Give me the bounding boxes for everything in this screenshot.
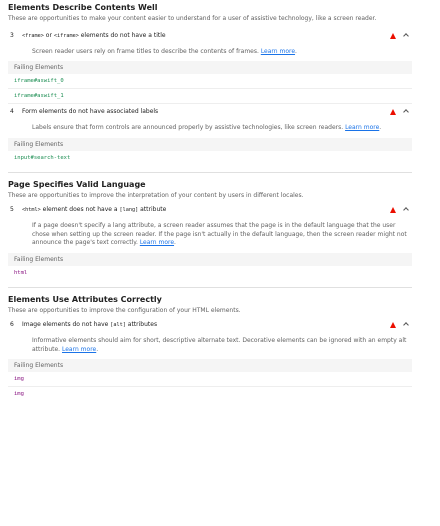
audit-form-labels-row[interactable]: 4 Form elements do not have associated l… — [8, 104, 412, 121]
warning-triangle-icon — [390, 322, 396, 328]
failing-elements-header: Failing Elements — [8, 61, 412, 74]
audit-code: <html> — [22, 207, 41, 214]
audit-number: 5 — [10, 206, 14, 214]
audit-title-text: attribute — [138, 206, 167, 214]
audit-number: 6 — [10, 321, 14, 329]
failing-element-node[interactable]: html — [8, 266, 412, 280]
failing-element-node[interactable]: input#search-text — [8, 151, 412, 165]
learn-more-link[interactable]: Learn more — [62, 346, 96, 353]
warning-triangle-icon — [390, 207, 396, 213]
learn-more-link[interactable]: Learn more — [345, 124, 379, 131]
audit-description-text: Labels ensure that form controls are ann… — [32, 124, 346, 131]
audit-html-lang-row[interactable]: 5 <html> element does not have a [lang] … — [8, 202, 412, 219]
audit-title: Form elements do not have associated lab… — [22, 108, 159, 116]
audit-description-text: Screen reader users rely on frame titles… — [32, 47, 261, 55]
audit-title-text: or — [43, 31, 54, 39]
accessibility-audits-panel: Elements Describe Contents Well These ar… — [0, 0, 440, 526]
audit-title-text: attributes — [125, 321, 158, 329]
section-description: These are opportunities to improve the i… — [8, 191, 304, 199]
learn-more-link[interactable]: Learn more — [140, 239, 174, 246]
audit-title-text: elements do not have a title — [78, 31, 166, 39]
audit-description-tail: . — [174, 239, 176, 246]
audit-description-tail: . — [379, 124, 382, 131]
warning-triangle-icon — [390, 32, 396, 39]
audit-description-tail: . — [96, 345, 99, 353]
section-page-valid-language: Page Specifies Valid Language These are … — [8, 177, 412, 201]
audit-description: Informative elements should aim for shor… — [8, 334, 412, 359]
audit-frame-title-row[interactable]: 3 <frame> or <iframe> elements do not ha… — [8, 28, 412, 45]
section-elements-describe-contents: Elements Describe Contents Well These ar… — [8, 0, 412, 24]
audit-title: <html> element does not have a [lang] at… — [22, 206, 412, 214]
audit-number: 3 — [10, 31, 14, 39]
section-description: These are opportunities to improve the c… — [8, 306, 241, 314]
audit-number: 4 — [10, 108, 14, 116]
learn-more-link[interactable]: Learn more — [261, 48, 295, 55]
failing-element-node[interactable]: img — [8, 387, 412, 401]
audit-image-alt-row[interactable]: 6 Image elements do not have [alt] attri… — [8, 317, 412, 334]
failing-element-node[interactable]: iframe#aswift_1 — [8, 89, 412, 103]
warning-triangle-icon — [390, 109, 396, 115]
audit-description-text: If a page doesn't specify a lang attribu… — [32, 222, 407, 246]
audit-description: If a page doesn't specify a lang attribu… — [8, 219, 412, 253]
audit-description: Screen reader users rely on frame titles… — [8, 45, 412, 62]
audit-code: <frame> — [22, 32, 44, 39]
failing-elements-header: Failing Elements — [8, 137, 412, 151]
audit-code: [lang] — [119, 207, 139, 214]
audit-code: <iframe> — [53, 32, 79, 39]
section-elements-use-attributes: Elements Use Attributes Correctly These … — [8, 292, 412, 316]
section-divider — [8, 286, 412, 288]
failing-elements-header: Failing Elements — [8, 252, 412, 266]
audit-description: Labels ensure that form controls are ann… — [8, 121, 412, 138]
audit-title: <frame> or <iframe> elements do not have… — [22, 32, 412, 40]
section-title: Elements Describe Contents Well — [8, 3, 158, 12]
section-divider — [8, 171, 412, 173]
failing-element-node[interactable]: iframe#aswift_0 — [8, 74, 412, 88]
audit-title-text: Image elements do not have — [22, 321, 111, 329]
audit-title: Image elements do not have [alt] attribu… — [22, 321, 412, 329]
section-title: Page Specifies Valid Language — [8, 179, 146, 189]
failing-element-node[interactable]: img — [8, 372, 412, 386]
failing-elements-header: Failing Elements — [8, 359, 412, 372]
audit-code: [alt] — [110, 322, 126, 329]
section-description: These are opportunities to make your con… — [8, 15, 377, 22]
audit-title-text: element does not have a — [40, 206, 120, 214]
audit-description-tail: . — [295, 47, 297, 55]
section-title: Elements Use Attributes Correctly — [8, 294, 162, 304]
